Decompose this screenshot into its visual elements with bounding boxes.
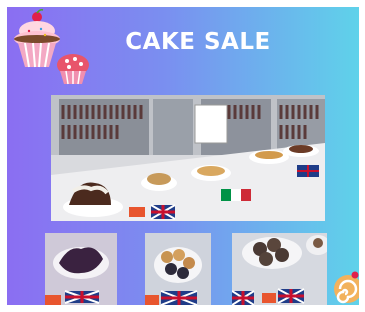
brownies-photo [45, 233, 117, 305]
main-cake-table-photo [51, 95, 325, 221]
cake-sale-poster: CAKE SALE [7, 7, 359, 305]
poster-title: CAKE SALE [125, 29, 271, 55]
swiss-roll-icon [334, 271, 359, 304]
muffins-photo [145, 233, 211, 305]
muffin-icon [57, 54, 89, 85]
cookies-photo [232, 233, 327, 305]
